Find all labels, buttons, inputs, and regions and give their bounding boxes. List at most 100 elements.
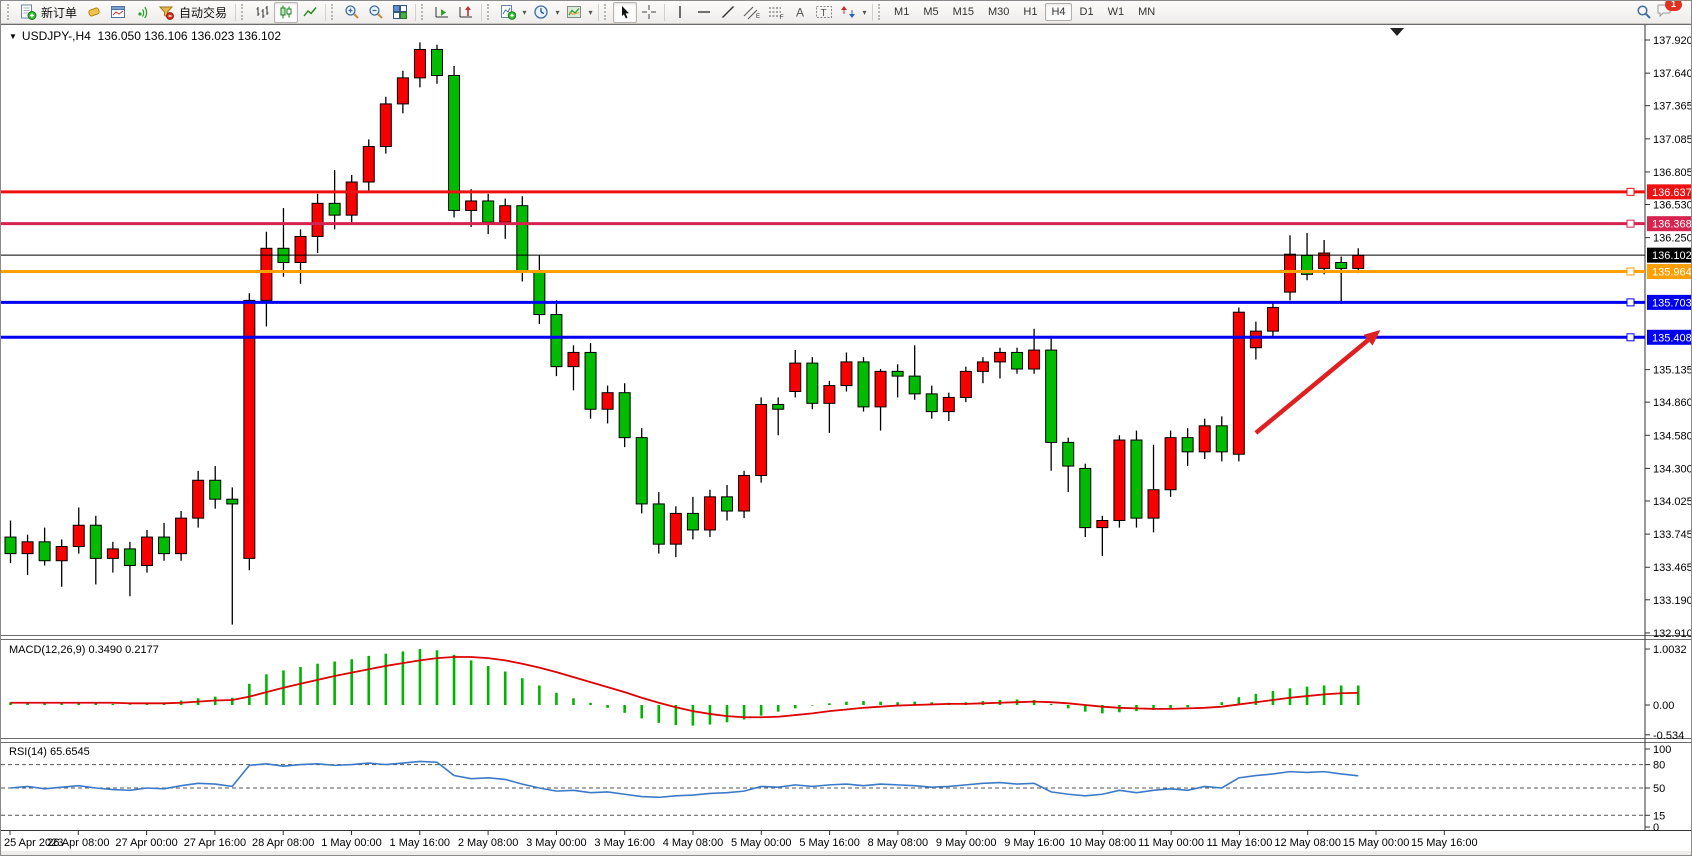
candle — [670, 513, 681, 544]
time-axis-label: 3 May 16:00 — [594, 837, 655, 849]
candle — [141, 537, 152, 565]
macd-indicator-label: MACD(12,26,9) 0.3490 0.2177 — [9, 644, 159, 656]
time-axis-label: 5 May 00:00 — [731, 837, 792, 849]
candle — [756, 405, 767, 476]
zoom-out-button[interactable] — [364, 2, 388, 23]
indicators-button[interactable] — [496, 2, 520, 23]
toolbar-grip[interactable] — [331, 4, 336, 20]
indicators-dropdown-caret[interactable]: ▾ — [520, 8, 529, 17]
trendline-button[interactable] — [716, 2, 740, 23]
candle — [329, 203, 340, 215]
auto-scroll-icon — [434, 4, 450, 20]
periods-dropdown-caret[interactable]: ▾ — [553, 8, 562, 17]
toolbar-grip[interactable] — [241, 4, 246, 20]
toolbar-grip[interactable] — [7, 4, 12, 20]
timeframe-h1[interactable]: H1 — [1017, 3, 1043, 21]
chart-area[interactable]: ▼USDJPY-,H4 136.050 136.106 136.023 136.… — [1, 24, 1691, 855]
templates-dropdown-caret[interactable]: ▾ — [586, 8, 595, 17]
shapes-dropdown-caret[interactable]: ▾ — [860, 8, 869, 17]
candle — [90, 525, 101, 558]
timeframe-w1[interactable]: W1 — [1102, 3, 1131, 21]
candle — [1250, 331, 1261, 348]
svg-text:136.530: 136.530 — [1653, 200, 1692, 212]
candle — [107, 549, 118, 558]
text-label-icon: T — [815, 4, 833, 20]
periods-button[interactable] — [529, 2, 553, 23]
channel-button[interactable]: E — [740, 2, 764, 23]
time-axis-label: 10 May 08:00 — [1069, 837, 1136, 849]
candlestick-chart-button[interactable] — [274, 2, 298, 23]
chart-window-button[interactable] — [106, 2, 130, 23]
candle — [261, 248, 272, 300]
time-axis-label: 15 May 16:00 — [1411, 837, 1478, 849]
timeframe-h4[interactable]: H4 — [1045, 3, 1071, 21]
auto-trading-label[interactable]: 自动交易 — [178, 4, 232, 21]
chart-title: ▼USDJPY-,H4 136.050 136.106 136.023 136.… — [9, 29, 281, 43]
zoom-in-button[interactable] — [340, 2, 364, 23]
fibonacci-button[interactable]: F — [764, 2, 788, 23]
tile-windows-button[interactable] — [388, 2, 412, 23]
time-axis-label: 1 May 00:00 — [321, 837, 382, 849]
candle — [1131, 440, 1142, 518]
new-order-button[interactable] — [16, 2, 40, 23]
candle — [943, 397, 954, 411]
text-button[interactable]: A — [788, 2, 812, 23]
chart-canvas[interactable]: 137.920137.640137.365137.085136.805136.5… — [1, 24, 1692, 856]
toolbar-separator — [481, 4, 482, 21]
signal-button[interactable] — [130, 2, 154, 23]
search-icon — [1636, 4, 1652, 20]
gavel-icon — [86, 4, 102, 20]
candle — [568, 352, 579, 366]
new-order-label[interactable]: 新订单 — [40, 4, 82, 21]
horizontal-line-button[interactable] — [692, 2, 716, 23]
toolbar-grip[interactable] — [604, 4, 609, 20]
candle — [1216, 426, 1227, 452]
line-chart-button[interactable] — [298, 2, 322, 23]
svg-text:137.365: 137.365 — [1653, 101, 1692, 113]
candle — [397, 78, 408, 104]
notifications-button[interactable]: 1 — [1656, 2, 1673, 23]
svg-text:136.368: 136.368 — [1652, 219, 1692, 231]
timeframe-d1[interactable]: D1 — [1074, 3, 1100, 21]
toolbar-grip[interactable] — [878, 4, 883, 20]
chart-shift-button[interactable] — [454, 2, 478, 23]
hline-handle[interactable] — [1627, 299, 1634, 306]
templates-button[interactable] — [562, 2, 586, 23]
hline-handle[interactable] — [1627, 220, 1634, 227]
vertical-line-button[interactable] — [668, 2, 692, 23]
auto-trading-button[interactable] — [154, 2, 178, 23]
collapse-indicator-icon[interactable]: ▼ — [9, 32, 17, 41]
candle — [653, 504, 664, 544]
candle — [1029, 350, 1040, 369]
candle — [517, 206, 528, 272]
shapes-button[interactable] — [836, 2, 860, 23]
notification-badge[interactable]: 1 — [1665, 0, 1682, 11]
text-label-button[interactable]: T — [812, 2, 836, 23]
cursor-button[interactable] — [613, 2, 637, 23]
timeframe-mn[interactable]: MN — [1132, 3, 1161, 21]
candle — [1080, 468, 1091, 527]
text-icon: A — [792, 4, 808, 20]
bar-chart-button[interactable] — [250, 2, 274, 23]
timeframe-m5[interactable]: M5 — [917, 3, 944, 21]
hline-handle[interactable] — [1627, 188, 1634, 195]
search-button[interactable] — [1632, 2, 1656, 23]
hline-handle[interactable] — [1627, 334, 1634, 341]
toolbar-grip[interactable] — [421, 4, 426, 20]
time-axis-label: 12 May 08:00 — [1274, 837, 1341, 849]
hline-handle[interactable] — [1627, 268, 1634, 275]
auto-scroll-button[interactable] — [430, 2, 454, 23]
candle — [636, 438, 647, 504]
toolbar-grip[interactable] — [487, 4, 492, 20]
candle — [892, 371, 903, 376]
svg-text:80: 80 — [1653, 760, 1665, 772]
timeframe-m15[interactable]: M15 — [947, 3, 980, 21]
crosshair-button[interactable] — [637, 2, 661, 23]
svg-text:135.703: 135.703 — [1652, 297, 1692, 309]
candle — [619, 393, 630, 438]
timeframe-m1[interactable]: M1 — [888, 3, 915, 21]
svg-text:136.637: 136.637 — [1652, 187, 1692, 199]
market-watch-button[interactable] — [82, 2, 106, 23]
timeframe-m30[interactable]: M30 — [982, 3, 1015, 21]
svg-text:133.190: 133.190 — [1653, 595, 1692, 607]
